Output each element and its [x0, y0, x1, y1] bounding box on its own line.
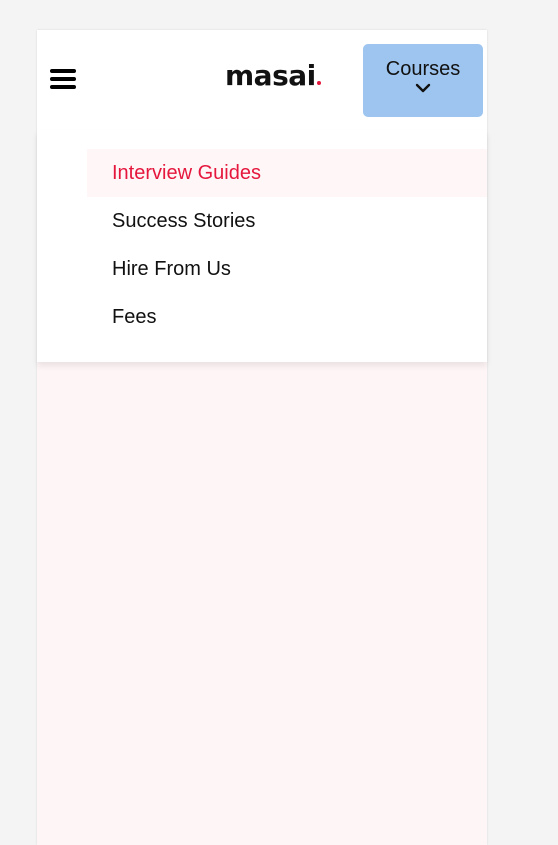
menu-item-fees[interactable]: Fees	[87, 293, 487, 341]
menu-item-label: Success Stories	[112, 210, 256, 232]
nav-menu: Interview Guides Success Stories Hire Fr…	[37, 130, 487, 362]
courses-button-label: Courses	[385, 58, 461, 80]
hamburger-menu-icon[interactable]	[50, 68, 76, 92]
menu-item-interview-guides[interactable]: Interview Guides	[87, 149, 487, 197]
hamburger-bar	[50, 77, 76, 81]
masai-logo[interactable]: masai	[225, 58, 321, 94]
menu-item-hire-from-us[interactable]: Hire From Us	[87, 245, 487, 293]
logo-text: masai	[225, 59, 316, 92]
mobile-viewport: masai Courses Interview Guides Success S…	[37, 30, 487, 845]
menu-item-label: Hire From Us	[112, 258, 231, 280]
site-header: masai Courses	[37, 30, 487, 130]
chevron-down-icon	[415, 83, 431, 93]
menu-item-label: Fees	[112, 306, 157, 328]
menu-item-label: Interview Guides	[112, 162, 261, 184]
courses-dropdown-button[interactable]: Courses	[363, 44, 483, 117]
menu-item-success-stories[interactable]: Success Stories	[87, 197, 487, 245]
logo-dot	[316, 81, 321, 85]
hamburger-bar	[50, 85, 76, 89]
hamburger-bar	[50, 69, 76, 73]
